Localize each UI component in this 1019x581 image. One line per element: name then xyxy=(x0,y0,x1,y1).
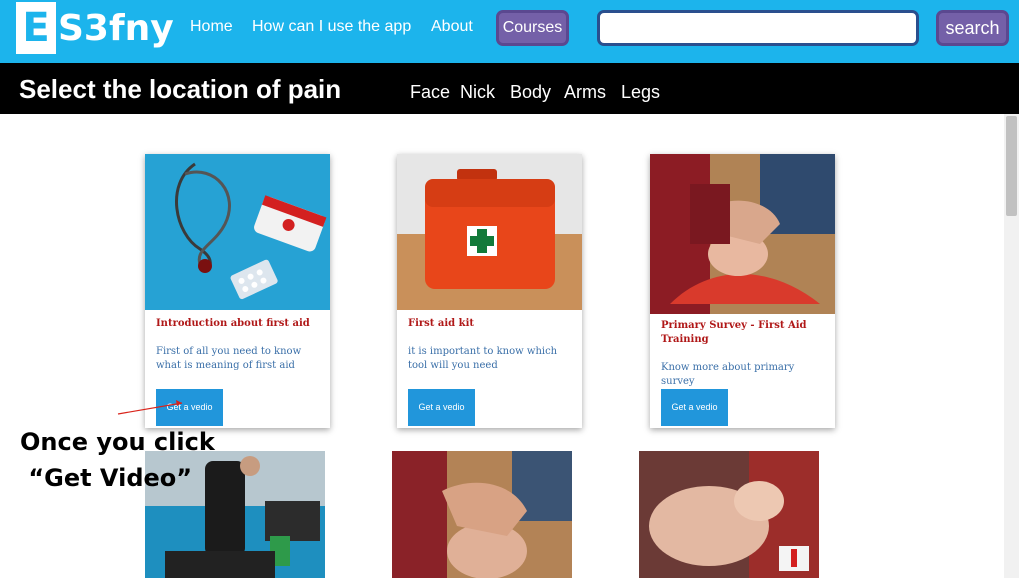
search-button[interactable]: search xyxy=(936,10,1009,46)
course-card: Introduction about first aid First of al… xyxy=(145,154,330,428)
first-aid-case-image xyxy=(397,154,582,310)
scrollbar-thumb[interactable] xyxy=(1006,116,1017,216)
stethoscope-kit-image xyxy=(145,154,330,310)
location-nick[interactable]: Nick xyxy=(460,82,495,103)
card-description: it is important to know which tool will … xyxy=(408,346,558,371)
location-legs[interactable]: Legs xyxy=(621,82,660,103)
logo-letter-box: E xyxy=(16,2,56,54)
card-title: Introduction about first aid xyxy=(156,318,310,329)
annotation-line-2: “Get Video” xyxy=(20,464,193,492)
course-card: First aid kit it is important to know wh… xyxy=(397,154,582,428)
annotation-line-1: Once you click xyxy=(20,428,215,456)
logo-text: S3fny xyxy=(58,7,174,49)
airway-check-image xyxy=(392,451,572,578)
get-video-button[interactable]: Get a vedio xyxy=(408,389,475,426)
card-description: First of all you need to know what is me… xyxy=(156,346,302,371)
location-body[interactable]: Body xyxy=(510,82,551,103)
location-face[interactable]: Face xyxy=(410,82,450,103)
course-card: Primary Survey - First Aid Training Know… xyxy=(650,154,835,428)
cpr-manikin-image xyxy=(639,451,819,578)
nav-about[interactable]: About xyxy=(431,18,473,36)
get-video-button[interactable]: Get a vedio xyxy=(661,389,728,426)
nav-how-to-use[interactable]: How can I use the app xyxy=(252,18,411,36)
card-title: Primary Survey - First Aid Training xyxy=(661,320,807,345)
brand-logo[interactable]: E S3fny xyxy=(16,2,174,54)
get-video-button[interactable]: Get a vedio xyxy=(156,389,223,426)
top-navbar: E S3fny Home How can I use the app About… xyxy=(0,0,1019,63)
card-title: First aid kit xyxy=(408,318,474,329)
search-input[interactable] xyxy=(597,10,919,46)
rescuer-head-hold-image xyxy=(650,154,835,314)
pain-location-bar: Select the location of pain Face Nick Bo… xyxy=(0,63,1019,114)
page-title: Select the location of pain xyxy=(19,74,342,104)
location-arms[interactable]: Arms xyxy=(564,82,606,103)
card-description: Know more about primary survey xyxy=(661,362,795,387)
annotation-text: Once you click “Get Video” xyxy=(20,424,215,496)
courses-button[interactable]: Courses xyxy=(496,10,569,46)
nav-home[interactable]: Home xyxy=(190,18,233,36)
